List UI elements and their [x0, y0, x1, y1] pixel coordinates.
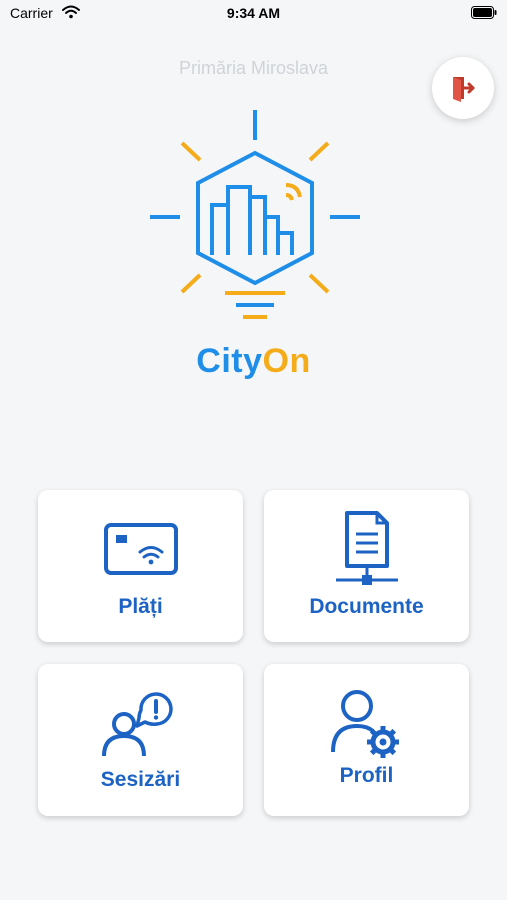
- brand-name: CityOn: [0, 342, 507, 381]
- status-bar: Carrier 9:34 AM: [0, 0, 507, 30]
- brand-name-part1: City: [196, 342, 263, 380]
- brand-name-part2: On: [262, 342, 311, 380]
- profile-tile[interactable]: Profil: [264, 664, 469, 816]
- logout-button[interactable]: [432, 57, 494, 119]
- user-settings-icon: [264, 688, 469, 760]
- card-payment-icon: [38, 522, 243, 578]
- battery-icon: [471, 6, 497, 19]
- payments-label: Plăți: [118, 595, 163, 618]
- clock: 9:34 AM: [226, 5, 281, 21]
- documents-label: Documente: [309, 595, 424, 618]
- cityon-logo-icon: [150, 110, 360, 319]
- profile-label: Profil: [339, 764, 394, 787]
- document-network-icon: [264, 510, 469, 586]
- reports-tile[interactable]: Sesizări: [38, 664, 243, 816]
- payments-tile[interactable]: Plăți: [38, 490, 243, 642]
- logout-icon: [453, 77, 475, 102]
- municipality-title: Primăria Miroslava: [178, 58, 329, 78]
- documents-tile[interactable]: Documente: [264, 490, 469, 642]
- user-report-icon: [38, 692, 243, 758]
- reports-label: Sesizări: [100, 768, 181, 791]
